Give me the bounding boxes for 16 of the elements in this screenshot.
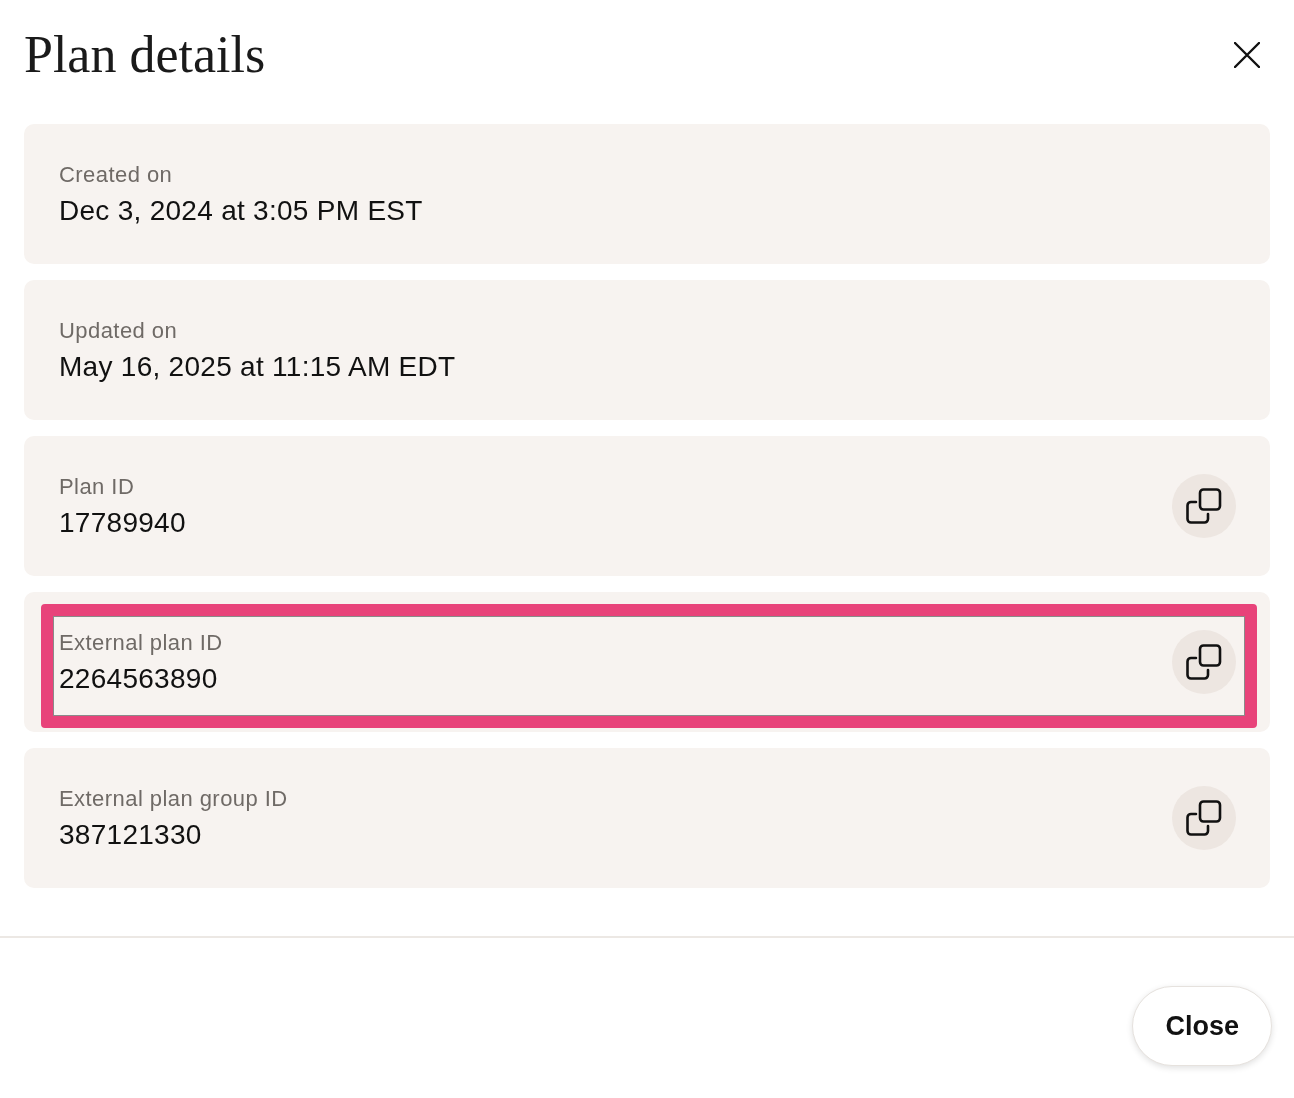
- field-label: Created on: [59, 161, 174, 189]
- field-value: 387121330: [59, 819, 203, 851]
- field-label: Updated on: [59, 317, 179, 345]
- dialog-title: Plan details: [24, 25, 266, 85]
- field-value: 17789940: [59, 507, 186, 539]
- field-value: 2264563890: [59, 663, 219, 695]
- close-icon[interactable]: [1234, 42, 1260, 68]
- field-label: External plan group ID: [59, 785, 288, 813]
- field-value: May 16, 2025 at 11:15 AM EDT: [59, 351, 456, 383]
- field-label: External plan ID: [59, 629, 223, 657]
- copy-icon: [1186, 644, 1222, 680]
- copy-icon: [1186, 800, 1222, 836]
- field-value: Dec 3, 2024 at 3:05 PM EST: [59, 195, 423, 227]
- field-label: Plan ID: [59, 473, 136, 501]
- copy-icon: [1186, 488, 1222, 524]
- close-button[interactable]: Close: [1132, 986, 1272, 1066]
